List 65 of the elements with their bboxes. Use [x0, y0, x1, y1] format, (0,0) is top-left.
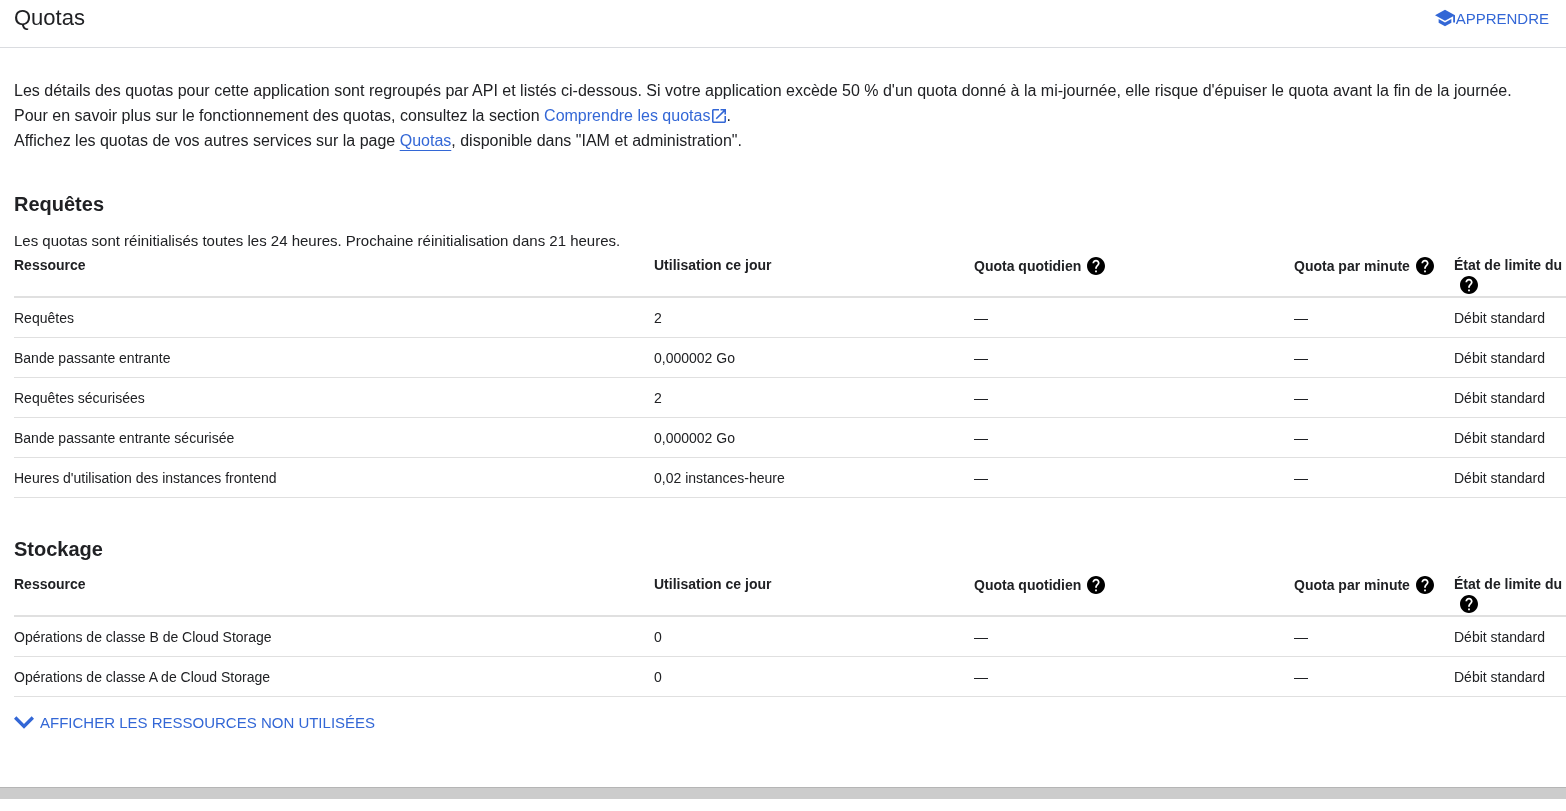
table-cell: Débit standard [1454, 428, 1546, 447]
table-cell: 0,000002 Go [654, 348, 735, 367]
column-header: Utilisation ce jour [654, 576, 772, 592]
table-cell: Requêtes [14, 308, 74, 327]
table-cell: — [1294, 667, 1308, 686]
show-unused-button[interactable]: AFFICHER LES RESSOURCES NON UTILISÉES [14, 710, 376, 734]
table-cell: — [974, 308, 988, 327]
table-cell: — [1294, 388, 1308, 407]
table-cell: — [1294, 468, 1308, 487]
table-cell: Bande passante entrante sécurisée [14, 428, 235, 447]
table-cell: — [1294, 428, 1308, 447]
table-cell: 2 [654, 308, 662, 327]
table-cell: — [974, 627, 988, 646]
help-icon[interactable] [1087, 576, 1106, 594]
help-link[interactable]: Comprendre les quotas [544, 103, 727, 128]
intro-text: Les détails des quotas pour cette application sont regroupés par API et listés ci-dessous. Si votre application excède 50 % d'un quota donné à la mi-journée, elle risque d'épuiser le quota avant la fin de la journée. [14, 81, 1513, 101]
table-cell: — [974, 468, 988, 487]
column-header: État de limite du [1454, 257, 1563, 273]
table-cell: — [974, 667, 988, 686]
graduation-cap-icon [1434, 8, 1455, 28]
table-cell: Débit standard [1454, 627, 1546, 646]
column-header: Ressource [14, 576, 86, 592]
horizontal-scrollbar[interactable] [0, 787, 1566, 799]
column-header: Quota quotidien [974, 577, 1082, 593]
page-link[interactable]: Quotas [399, 132, 452, 149]
help-icon[interactable] [1415, 257, 1434, 275]
help-icon[interactable] [1087, 257, 1106, 275]
table-cell: 0,02 instances-heure [654, 468, 785, 487]
table-cell: Opérations de classe B de Cloud Storage [14, 627, 272, 646]
table-cell: Heures d'utilisation des instances frontend [14, 468, 277, 487]
external-link-icon [712, 108, 727, 123]
table-cell: Débit standard [1454, 348, 1546, 367]
table-cell: Débit standard [1454, 308, 1546, 327]
table-cell: — [1294, 308, 1308, 327]
reset-note: Les quotas sont réinitialisés toutes les 24 heures. Prochaine réinitialisation dans 21 heures. [14, 231, 622, 251]
intro-text: Pour en savoir plus sur le fonctionnement des quotas, consultez la section Comprendre les quotas . [14, 103, 1552, 128]
table-cell: — [1294, 627, 1308, 646]
table-cell: — [974, 388, 988, 407]
help-icon[interactable] [1460, 276, 1478, 294]
column-header: Utilisation ce jour [654, 257, 772, 273]
table-cell: Opérations de classe A de Cloud Storage [14, 667, 271, 686]
table-cell: Requêtes sécurisées [14, 388, 145, 407]
table-cell: Débit standard [1454, 388, 1546, 407]
table-cell: — [974, 348, 988, 367]
column-header: Ressource [14, 257, 86, 273]
section-heading: Requêtes [14, 192, 106, 217]
page-title: Quotas [14, 4, 85, 32]
section-heading: Stockage [14, 537, 104, 562]
table-cell: Bande passante entrante [14, 348, 171, 367]
help-icon[interactable] [1460, 595, 1478, 613]
column-header: Quota par minute [1294, 258, 1410, 274]
column-header: Quota quotidien [974, 258, 1082, 274]
table-cell: 0 [654, 667, 662, 686]
table-cell: Débit standard [1454, 468, 1546, 487]
table-cell: Débit standard [1454, 667, 1546, 686]
table-cell: 2 [654, 388, 662, 407]
intro-text: Affichez les quotas de vos autres services sur la page Quotas, disponible dans "IAM et administration". [14, 131, 743, 151]
learn-button[interactable]: APPRENDRE [1434, 7, 1549, 29]
table-cell: 0 [654, 627, 662, 646]
help-icon[interactable] [1415, 576, 1434, 594]
column-header: État de limite du [1454, 576, 1563, 592]
table-cell: 0,000002 Go [654, 428, 735, 447]
column-header: Quota par minute [1294, 577, 1410, 593]
table-cell: — [1294, 348, 1308, 367]
table-cell: — [974, 428, 988, 447]
